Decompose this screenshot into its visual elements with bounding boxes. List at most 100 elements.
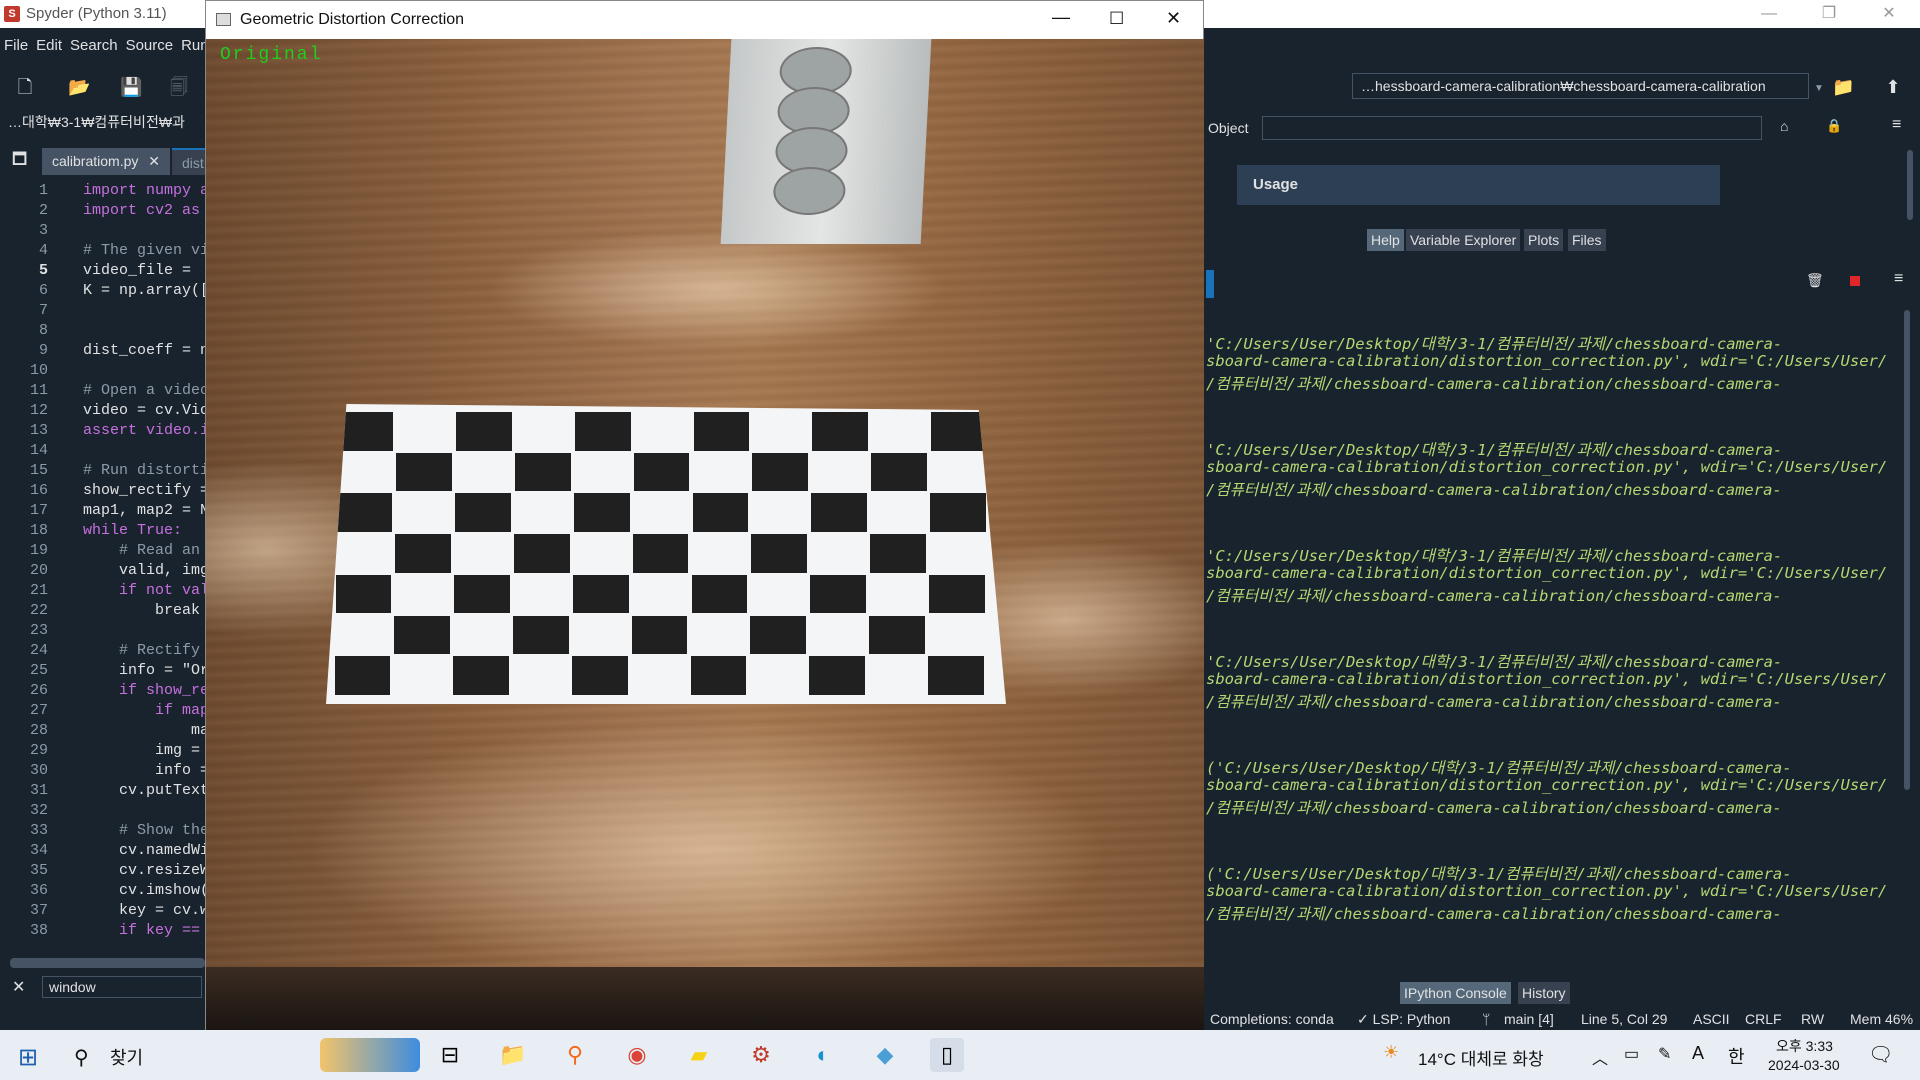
opencv-window[interactable]: Geometric Distortion Correction — ☐ ✕ Or… [205,0,1204,1031]
find-input[interactable] [42,976,202,998]
opencv-titlebar[interactable]: Geometric Distortion Correction — ☐ ✕ [206,1,1203,39]
code-line[interactable]: K = np.array([ [83,282,205,299]
code-line[interactable]: import numpy a [83,182,205,199]
code-line[interactable]: while True: [83,522,205,539]
minimize-icon[interactable]: — [1746,0,1792,28]
options-menu-icon[interactable]: ≡ [1892,116,1901,134]
code-line[interactable]: # Open a video [83,382,205,399]
tab-help[interactable]: Help [1367,229,1404,251]
object-input[interactable] [1262,116,1762,140]
sticky-notes-icon[interactable]: ▰ [682,1038,716,1072]
code-line[interactable]: # The given vi [83,242,205,259]
help-scrollbar[interactable] [1907,150,1913,220]
close-find-icon[interactable]: ✕ [12,977,25,997]
start-windows-icon[interactable]: ⊞ [18,1043,38,1072]
maximize-icon[interactable]: ☐ [1109,9,1124,29]
tab-variable-explorer[interactable]: Variable Explorer [1406,229,1521,251]
battery-icon[interactable]: ▭ [1624,1044,1639,1064]
code-line[interactable]: if not val [83,582,205,599]
code-line[interactable]: assert video.i [83,422,205,439]
code-line[interactable]: if map [83,702,205,719]
spyder-taskbar-icon[interactable]: ⚙ [744,1038,778,1072]
task-view-icon[interactable]: ⊟ [433,1038,467,1072]
code-line[interactable]: cv.imshow( [83,882,205,899]
code-line[interactable]: cv.namedWi [83,842,205,859]
tab-ipython-console[interactable]: IPython Console [1400,982,1511,1004]
menu-file[interactable]: File [0,28,32,64]
app-icon[interactable]: ◆ [868,1038,902,1072]
opencv-taskbar-icon[interactable]: ▯ [930,1038,964,1072]
ime-mode-a[interactable]: A [1692,1043,1704,1064]
save-all-icon[interactable]: 🗐 [170,78,188,96]
ipython-console[interactable]: 'C:/Users/User/Desktop/대학/3-1/컴퓨터비전/과제/c… [1206,332,1896,962]
code-line[interactable]: # Run distorti [83,462,205,479]
ime-mode-han[interactable]: 한 [1728,1043,1745,1069]
chrome-icon[interactable]: ◉ [620,1038,654,1072]
close-icon[interactable]: ✕ [1166,8,1181,29]
menu-search[interactable]: Search [66,28,122,64]
open-folder-icon[interactable]: 📂 [68,78,90,96]
code-line[interactable]: # Show the [83,822,205,839]
code-line[interactable]: info = [83,762,205,779]
console-options-icon[interactable]: ≡ [1894,270,1903,288]
code-line[interactable]: show_rectify = [83,482,205,499]
tab-history[interactable]: History [1518,982,1570,1004]
code-line[interactable]: ma [83,722,205,739]
search-app-icon[interactable]: ⚲ [558,1038,592,1072]
stop-icon[interactable] [1850,276,1860,286]
code-line[interactable]: # Rectify [83,642,205,659]
lock-icon[interactable]: 🔒 [1826,118,1842,134]
clock-date[interactable]: 2024-03-30 [1768,1057,1840,1073]
trash-icon[interactable]: 🗑 [1806,272,1824,289]
chevron-up-icon[interactable]: ︿ [1592,1045,1608,1069]
widget-illustration[interactable] [320,1038,420,1072]
pen-icon[interactable]: ✎ [1658,1044,1671,1064]
search-icon[interactable]: ⚲ [74,1045,89,1070]
chevron-down-icon[interactable]: ▼ [1810,80,1828,98]
code-line[interactable]: # Read an [83,542,205,559]
close-tab-icon[interactable]: ✕ [148,153,160,169]
browse-folder-icon[interactable]: 📁 [1832,78,1854,96]
clock-time[interactable]: 오후 3:33 [1776,1036,1833,1056]
weather-text[interactable]: 14°C 대체로 화창 [1418,1045,1544,1070]
new-file-icon[interactable]: 🗋 [16,78,34,96]
save-icon[interactable]: 💾 [120,78,142,96]
parent-directory-icon[interactable]: ⬆ [1884,78,1902,96]
code-line[interactable]: cv.putText [83,782,205,799]
code-line[interactable]: img = [83,742,205,759]
tab-files[interactable]: Files [1568,229,1606,251]
code-line[interactable]: if key == [83,922,205,939]
working-directory-input[interactable]: …hessboard-camera-calibration₩chessboard… [1352,73,1809,99]
code-line[interactable]: break [83,602,205,619]
code-editor[interactable]: 1 import numpy a 2 import cv2 as 3 4 # The giv… [0,176,205,950]
close-icon[interactable]: ✕ [1866,0,1912,28]
code-line[interactable]: video_file = [83,262,205,279]
editor-horizontal-scrollbar[interactable] [10,958,205,968]
menu-source[interactable]: Source [122,28,178,64]
tab-calibratiom[interactable]: calibratiom.py ✕ [42,148,170,175]
tab-plots[interactable]: Plots [1524,229,1564,251]
code-line[interactable]: info = "Or [83,662,205,679]
code-line[interactable]: key = cv.w [83,902,205,919]
code-line[interactable]: video = cv.Vic [83,402,205,419]
file-explorer-icon[interactable]: 📁 [496,1038,530,1072]
code-line[interactable]: cv.resizeW [83,862,205,879]
code-line[interactable]: import cv2 as [83,202,205,219]
status-lsp[interactable]: ✓ LSP: Python [1357,1011,1450,1028]
maximize-icon[interactable]: ❐ [1806,0,1852,28]
home-icon[interactable]: ⌂ [1780,118,1788,134]
code-line[interactable]: dist_coeff = n [83,342,205,359]
code-line[interactable]: map1, map2 = N [83,502,205,519]
line-number: 34 [29,842,48,859]
code-line[interactable]: valid, img [83,562,205,579]
taskbar-search-label[interactable]: 찾기 [110,1044,143,1070]
menu-edit[interactable]: Edit [32,28,66,64]
edge-icon[interactable]: ◐ [806,1038,840,1072]
console-tab-indicator[interactable] [1206,270,1214,298]
notifications-icon[interactable]: 🗨 [1868,1042,1893,1067]
minimize-icon[interactable]: — [1052,7,1070,28]
console-scrollbar[interactable] [1904,310,1910,790]
weather-icon[interactable]: ☀ [1383,1042,1399,1063]
browse-tabs-icon[interactable]: 🗖 [12,148,27,175]
code-line[interactable]: if show_re [83,682,205,699]
